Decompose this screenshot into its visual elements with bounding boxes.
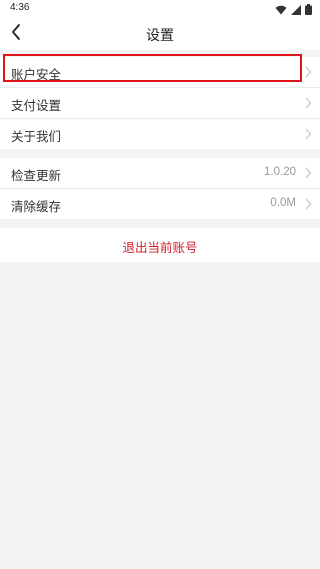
settings-item-about[interactable]: 关于我们 [0, 119, 320, 149]
page-title: 设置 [146, 28, 174, 44]
chevron-right-icon [305, 128, 312, 140]
logout-label: 退出当前账号 [122, 240, 198, 255]
status-time: 4:36 [10, 2, 30, 13]
settings-item-label: 支付设置 [11, 98, 62, 113]
settings-item-label: 账户安全 [11, 67, 62, 82]
battery-icon [305, 0, 312, 19]
chevron-right-icon [305, 167, 312, 179]
settings-item-clear-cache[interactable]: 清除缓存 0.0M [0, 189, 320, 219]
settings-item-label: 清除缓存 [11, 199, 62, 214]
version-value: 1.0.20 [264, 166, 296, 178]
logout-button[interactable]: 退出当前账号 [0, 228, 320, 262]
status-bar: 4:36 [0, 0, 320, 18]
settings-item-check-update[interactable]: 检查更新 1.0.20 [0, 158, 320, 189]
wifi-icon [275, 0, 287, 19]
cache-size-value: 0.0M [270, 197, 296, 209]
chevron-right-icon [305, 198, 312, 210]
settings-item-label: 检查更新 [11, 168, 62, 183]
chevron-right-icon [305, 66, 312, 78]
chevron-right-icon [305, 97, 312, 109]
settings-group-app: 检查更新 1.0.20 清除缓存 0.0M [0, 158, 320, 219]
settings-group-account: 账户安全 支付设置 关于我们 [0, 57, 320, 149]
settings-item-account-security[interactable]: 账户安全 [0, 57, 320, 88]
nav-bar: 设置 [0, 18, 320, 50]
status-icons [275, 3, 312, 15]
settings-item-label: 关于我们 [11, 129, 62, 144]
signal-icon [291, 0, 301, 19]
settings-item-payment[interactable]: 支付设置 [0, 88, 320, 119]
